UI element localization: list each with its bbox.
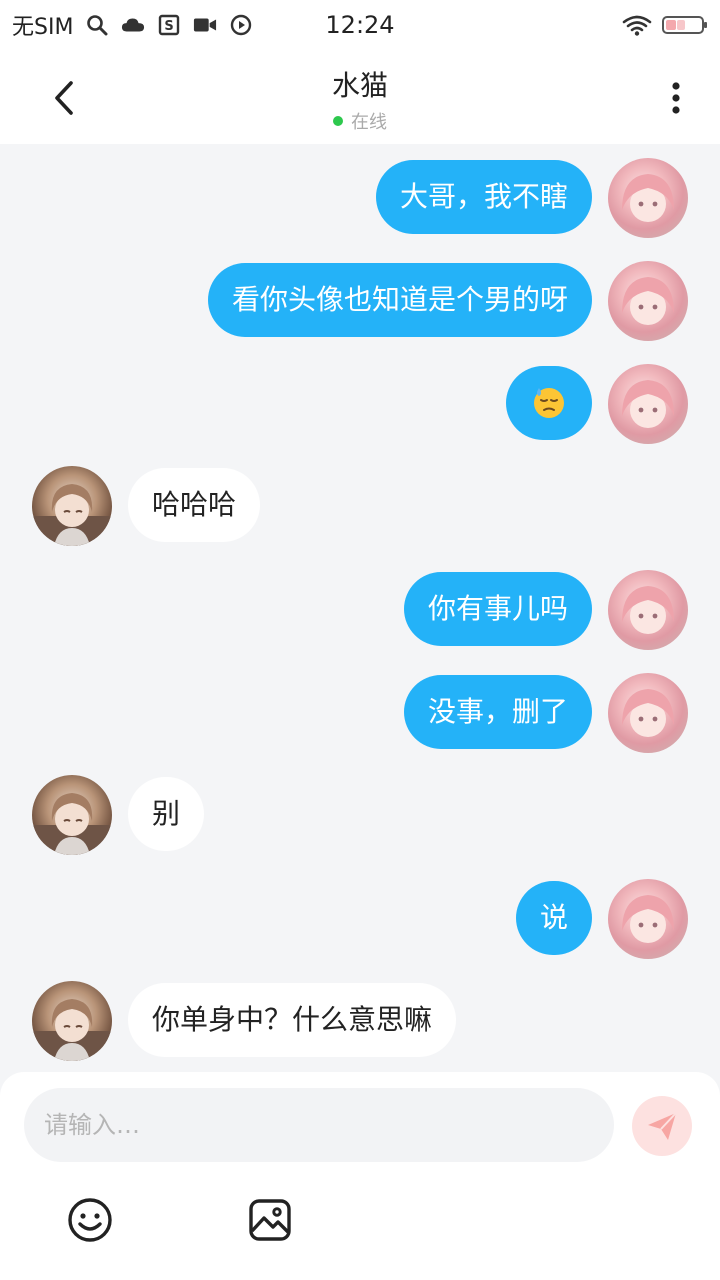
message-bubble-sent[interactable]: 没事，删了 — [403, 675, 592, 749]
record-icon — [229, 13, 253, 37]
status-bar: 无SIM S 12:24 — [0, 0, 720, 50]
title-block: 水猫 在线 — [0, 64, 720, 134]
message-bubble-sent[interactable]: 大哥，我不瞎 — [375, 160, 592, 234]
contact-name: 水猫 — [331, 69, 388, 102]
carrier-label: 无SIM — [12, 15, 74, 40]
battery-icon — [662, 13, 708, 37]
my-avatar[interactable] — [608, 261, 688, 341]
online-status: 在线 — [0, 108, 720, 134]
chat-header: 水猫 在线 — [0, 50, 720, 144]
message-row: 没事，删了 — [0, 673, 720, 755]
svg-text:S: S — [165, 19, 174, 34]
my-avatar[interactable] — [608, 364, 688, 444]
emoji-button[interactable] — [66, 1196, 114, 1244]
status-left: 无SIM S — [12, 9, 312, 41]
more-options-button[interactable] — [652, 74, 700, 122]
more-vertical-icon — [672, 82, 680, 114]
video-icon — [193, 13, 217, 37]
downcast-face-with-sweat-emoji — [534, 388, 564, 418]
message-row: 大哥，我不瞎 — [0, 158, 720, 240]
message-row: 你有事儿吗 — [0, 570, 720, 652]
message-row — [0, 364, 720, 446]
message-list[interactable]: 大哥，我不瞎 看你头像也知道是个男的呀 哈哈哈 你有事儿吗 没事，删了 别 说 … — [0, 144, 720, 1072]
contact-avatar[interactable] — [32, 466, 112, 546]
send-button[interactable] — [632, 1096, 692, 1156]
message-row: 你单身中？什么意思嘛 — [0, 981, 720, 1063]
message-bubble-sent[interactable]: 看你头像也知道是个男的呀 — [207, 263, 592, 337]
message-row: 哈哈哈 — [0, 466, 720, 548]
image-icon — [249, 1199, 291, 1241]
message-bubble-received[interactable]: 哈哈哈 — [128, 468, 261, 542]
online-dot — [333, 116, 343, 126]
composer-panel — [0, 1072, 720, 1280]
message-row: 说 — [0, 879, 720, 961]
my-avatar[interactable] — [608, 158, 688, 238]
image-button[interactable] — [246, 1196, 294, 1244]
message-bubble-sent[interactable]: 你有事儿吗 — [403, 572, 592, 646]
my-avatar[interactable] — [608, 879, 688, 959]
status-right — [622, 13, 708, 37]
message-row: 看你头像也知道是个男的呀 — [0, 261, 720, 343]
search-icon — [85, 13, 109, 37]
contact-avatar[interactable] — [32, 981, 112, 1061]
message-bubble-sent[interactable] — [506, 366, 592, 440]
message-input[interactable] — [24, 1088, 614, 1162]
s-app-icon: S — [157, 13, 181, 37]
message-bubble-received[interactable]: 你单身中？什么意思嘛 — [128, 983, 457, 1057]
smiley-icon — [68, 1198, 112, 1242]
wifi-icon — [622, 13, 652, 37]
message-bubble-sent[interactable]: 说 — [515, 881, 592, 955]
send-icon — [648, 1112, 677, 1140]
message-bubble-received[interactable]: 别 — [128, 777, 205, 851]
online-status-label: 在线 — [351, 112, 387, 133]
contact-avatar[interactable] — [32, 775, 112, 855]
message-row: 别 — [0, 775, 720, 857]
my-avatar[interactable] — [608, 673, 688, 753]
cloud-icon — [121, 13, 145, 37]
my-avatar[interactable] — [608, 570, 688, 650]
